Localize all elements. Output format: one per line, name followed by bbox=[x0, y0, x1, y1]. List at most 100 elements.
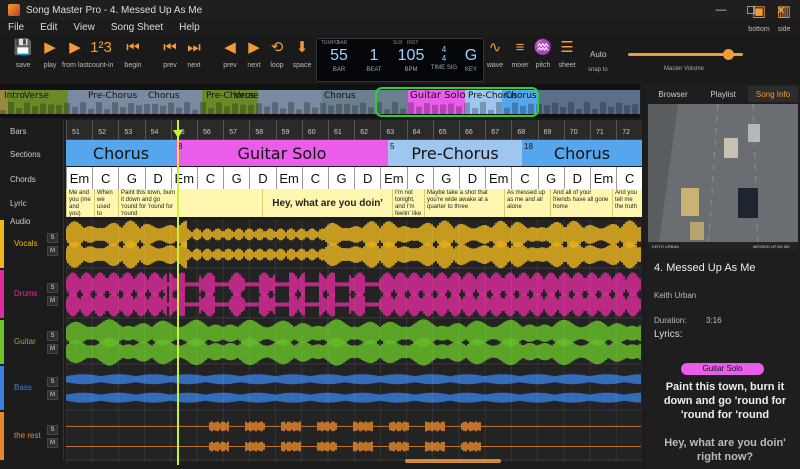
bar-readout[interactable]: 55 BAR bbox=[321, 41, 357, 73]
overview-wave-bar bbox=[480, 102, 486, 114]
overview-wave-bar bbox=[400, 108, 406, 114]
pitch-button[interactable]: ♒ pitch bbox=[532, 40, 554, 70]
bpm-readout[interactable]: 105 BPM bbox=[393, 41, 429, 73]
wave-icon: ∿ bbox=[488, 39, 502, 56]
chord-cell[interactable]: Em bbox=[66, 167, 92, 189]
lyric-line[interactable]: When we used to (when... bbox=[94, 189, 118, 217]
section-block[interactable]: Guitar Solo bbox=[176, 140, 388, 166]
chord-cell[interactable]: C bbox=[197, 167, 223, 189]
chord-cell[interactable]: G bbox=[118, 167, 144, 189]
solo-button[interactable]: S bbox=[47, 377, 58, 387]
video-thumbnail[interactable]: KEITH URBAN MESSED UP AS ME bbox=[648, 104, 798, 250]
mute-button[interactable]: M bbox=[47, 390, 58, 400]
lyric-line[interactable]: And you tell me the truth bbox=[612, 189, 642, 217]
wave-button[interactable]: ∿ wave bbox=[484, 39, 506, 70]
solo-button[interactable]: S bbox=[47, 233, 58, 243]
lyric-line[interactable]: As messed up as me and all alone bbox=[504, 189, 550, 217]
chord-cell[interactable]: D bbox=[249, 167, 275, 189]
play-label: play bbox=[43, 62, 57, 69]
save-button[interactable]: 💾 save bbox=[10, 40, 36, 70]
space-icon: ⬇ bbox=[295, 39, 309, 56]
beat-readout[interactable]: 1 BEAT bbox=[359, 41, 389, 73]
section-block[interactable]: Chorus bbox=[522, 140, 642, 166]
audio-lanes[interactable] bbox=[60, 220, 643, 462]
tab-song-info[interactable]: Song Info bbox=[748, 86, 798, 102]
ruler-tick bbox=[301, 120, 303, 140]
chord-cell[interactable]: G bbox=[537, 167, 564, 189]
sections-lane[interactable]: Chorus Guitar Solo 8 Pre-Chorus 5 Chorus 18 bbox=[66, 140, 642, 166]
chord-cell[interactable]: Em bbox=[380, 167, 406, 189]
prev-button[interactable]: ⏮ prev bbox=[158, 40, 182, 70]
sheet-button[interactable]: ☰ sheet bbox=[556, 40, 578, 70]
chord-cell[interactable]: G bbox=[432, 167, 459, 189]
mute-button[interactable]: M bbox=[47, 246, 58, 256]
chord-cell[interactable]: D bbox=[459, 167, 485, 189]
mute-button[interactable]: M bbox=[47, 438, 58, 448]
minimize-button[interactable]: — bbox=[706, 0, 736, 20]
ruler-number: 58 bbox=[255, 129, 264, 136]
side-layout-button[interactable]: ▥ side bbox=[772, 4, 796, 34]
menu-edit[interactable]: Edit bbox=[32, 22, 65, 33]
lyric-line[interactable]: Paint this town, burn it down and go 'ro… bbox=[118, 189, 180, 217]
chord-cell[interactable]: D bbox=[354, 167, 380, 189]
overview-wave-bar bbox=[472, 108, 478, 114]
lyric-line[interactable]: And all of your friends have all gone ho… bbox=[550, 189, 612, 217]
chord-cell[interactable]: Em bbox=[485, 167, 511, 189]
chord-cell[interactable]: Em bbox=[275, 167, 302, 189]
chord-cell[interactable]: C bbox=[616, 167, 642, 189]
from-last-button[interactable]: ▶ from last bbox=[62, 40, 89, 70]
chord-cell[interactable]: C bbox=[511, 167, 537, 189]
timesig-readout[interactable]: 4 4 TIME SIG bbox=[429, 41, 459, 71]
chord-cell[interactable]: Em bbox=[590, 167, 616, 189]
key-readout[interactable]: G KEY bbox=[459, 41, 483, 73]
master-volume-knob[interactable] bbox=[723, 49, 735, 60]
bottom-layout-button[interactable]: ▣ bottom bbox=[746, 4, 772, 34]
count-in-button[interactable]: 1²3 count-in bbox=[86, 40, 116, 70]
song-overview[interactable]: Intro Verse Pre-Chorus Chorus Pre-Chorus Vers… bbox=[0, 84, 640, 118]
ruler-number: 51 bbox=[72, 129, 80, 136]
space-button[interactable]: ⬇ space bbox=[290, 39, 314, 70]
section-block[interactable]: Chorus bbox=[66, 140, 176, 166]
prev2-button[interactable]: ◀ prev bbox=[218, 40, 242, 70]
chords-lane[interactable]: Em C G D Em C G D Em C G D Em C G D Em C G D Em C bbox=[66, 167, 642, 189]
solo-button[interactable]: S bbox=[47, 283, 58, 293]
play-button[interactable]: ▶ play bbox=[38, 40, 62, 70]
lyric-line[interactable]: Hey, what are you doin' right now? bbox=[262, 189, 392, 217]
next-button[interactable]: ⏭ next bbox=[182, 40, 206, 70]
loop-button[interactable]: ⟲ loop bbox=[265, 40, 289, 70]
chord-cell[interactable]: G bbox=[328, 167, 354, 189]
next2-button[interactable]: ▶ next bbox=[242, 40, 266, 70]
tab-browser[interactable]: Browser bbox=[648, 86, 698, 102]
lyric-line[interactable]: Maybe take a shot that you're wide awake… bbox=[424, 189, 504, 217]
chord-cell[interactable]: C bbox=[301, 167, 328, 189]
lyric-line[interactable]: I'm not tonight, and I'm feelin' like I … bbox=[392, 189, 424, 217]
overview-wave-bar bbox=[592, 108, 598, 114]
mute-button[interactable]: M bbox=[47, 344, 58, 354]
menu-file[interactable]: File bbox=[0, 22, 32, 33]
chord-cell[interactable]: C bbox=[92, 167, 118, 189]
chord-cell[interactable]: D bbox=[563, 167, 590, 189]
horizontal-scrollbar[interactable] bbox=[405, 459, 501, 463]
solo-button[interactable]: S bbox=[47, 331, 58, 341]
menu-help[interactable]: Help bbox=[171, 22, 208, 33]
chord-cell[interactable]: G bbox=[223, 167, 249, 189]
section-block[interactable]: Pre-Chorus bbox=[388, 140, 522, 166]
overview-wave-bar bbox=[64, 103, 70, 114]
chord-cell[interactable]: C bbox=[406, 167, 433, 189]
menu-view[interactable]: View bbox=[65, 22, 103, 33]
tab-playlist[interactable]: Playlist bbox=[698, 86, 748, 102]
playhead-marker-icon[interactable] bbox=[173, 130, 183, 138]
chord-cell[interactable]: Em bbox=[170, 167, 197, 189]
lyrics-lane[interactable]: Me and you (me and you)When we used to (… bbox=[66, 189, 642, 217]
begin-button[interactable]: ⏮ begin bbox=[118, 40, 148, 70]
overview-wave-bar bbox=[504, 107, 510, 114]
menu-song-sheet[interactable]: Song Sheet bbox=[103, 22, 171, 33]
chord-cell[interactable]: D bbox=[144, 167, 171, 189]
playhead[interactable] bbox=[177, 120, 179, 465]
lyric-line[interactable]: Me and you (me and you) bbox=[66, 189, 94, 217]
solo-button[interactable]: S bbox=[47, 425, 58, 435]
mute-button[interactable]: M bbox=[47, 296, 58, 306]
snap-value[interactable]: Auto bbox=[590, 50, 606, 59]
mixer-button[interactable]: ≡ mixer bbox=[508, 40, 532, 70]
bar-ruler[interactable]: 51 52 53 54 55 56 57 58 59 60 61 62 63 64 65 66 67 68 69 70… bbox=[66, 120, 642, 140]
